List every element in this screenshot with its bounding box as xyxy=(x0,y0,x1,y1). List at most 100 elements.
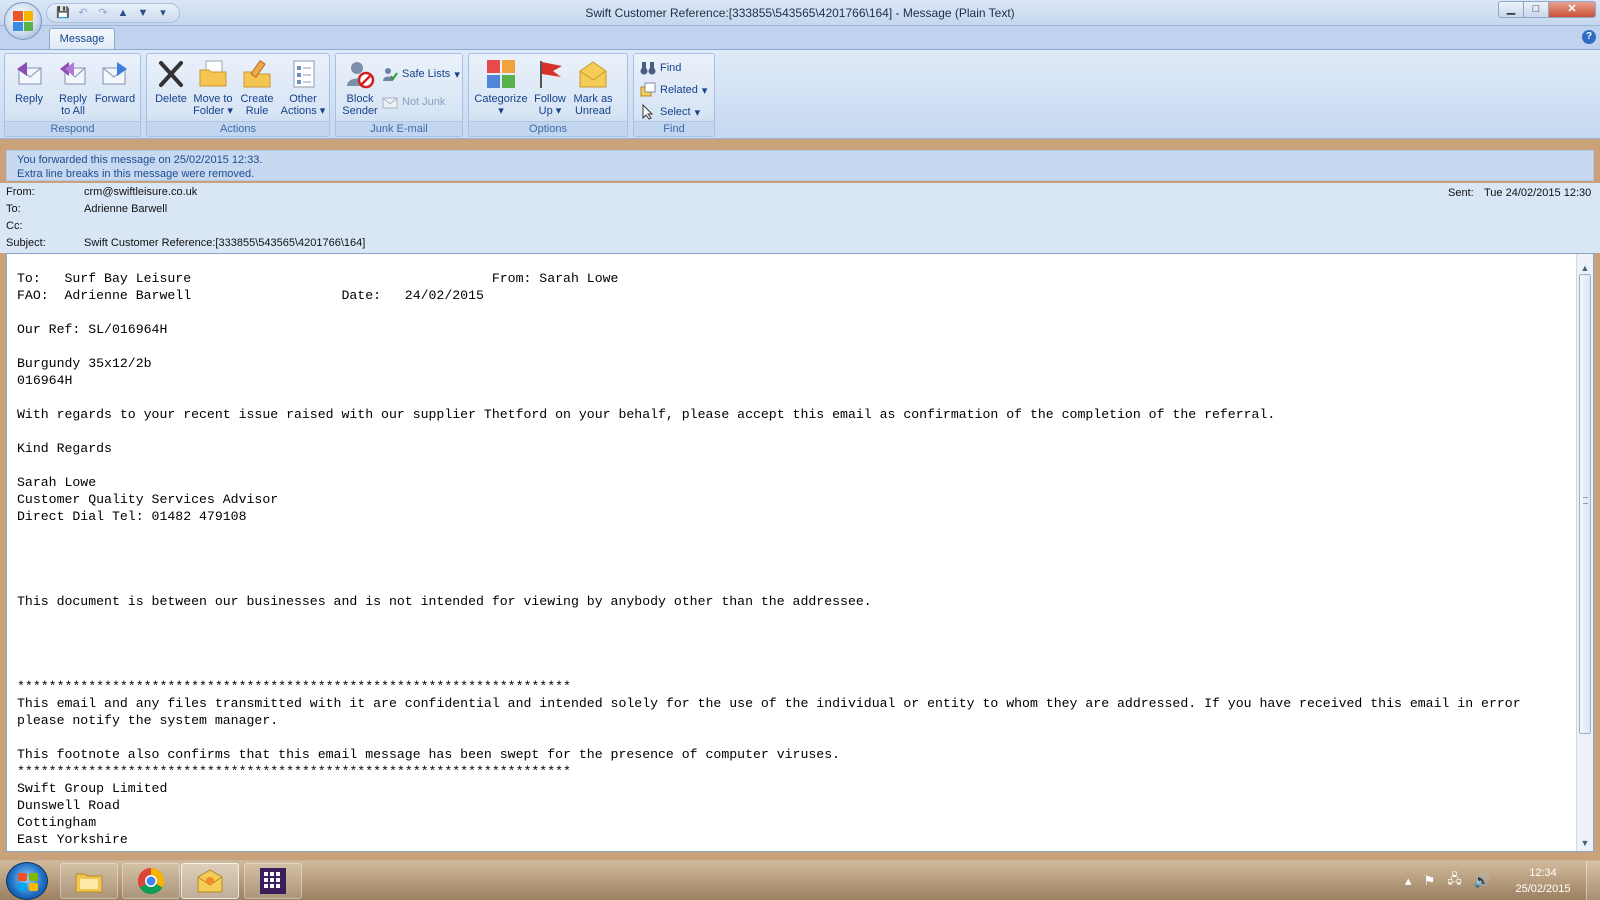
group-options: Categorize ▾ Follow Up ▾ Mark as Unread … xyxy=(468,53,628,137)
grip-icon xyxy=(1583,497,1588,504)
folder-icon xyxy=(75,873,103,893)
grid-app-icon xyxy=(260,868,286,894)
help-icon[interactable]: ? xyxy=(1582,30,1596,44)
taskbar-explorer[interactable] xyxy=(60,863,118,899)
group-label-junk-email: Junk E-mail xyxy=(336,121,462,136)
info-bar-line-breaks: Extra line breaks in this message were r… xyxy=(17,168,255,180)
forward-label: Forward xyxy=(94,93,136,105)
clock[interactable]: 12:34 25/02/2015 xyxy=(1508,865,1578,897)
clock-time: 12:34 xyxy=(1529,867,1557,879)
group-find: Find Related ▾ Select ▾ Find xyxy=(633,53,715,137)
taskbar-chrome[interactable] xyxy=(122,863,180,899)
subject-label: Subject: xyxy=(6,237,46,249)
create-rule-button[interactable]: Create Rule xyxy=(235,58,279,120)
select-label: Select xyxy=(660,106,691,118)
other-actions-icon xyxy=(287,58,319,90)
binoculars-icon xyxy=(640,60,656,76)
other-actions-button[interactable]: Other Actions ▾ xyxy=(279,58,327,120)
related-button[interactable]: Related ▾ xyxy=(640,80,707,100)
sent-value: Tue 24/02/2015 12:30 xyxy=(1484,187,1592,199)
move-to-folder-button[interactable]: Move to Folder ▾ xyxy=(191,58,235,120)
folder-icon xyxy=(197,58,229,90)
related-icon xyxy=(640,82,656,98)
taskbar-outlook[interactable] xyxy=(181,863,239,899)
safe-lists-icon xyxy=(382,66,398,82)
mark-as-unread-label-1: Mark as xyxy=(573,93,613,105)
follow-up-button[interactable]: Follow Up ▾ xyxy=(529,58,571,120)
maximize-button[interactable]: □ xyxy=(1523,1,1549,18)
chevron-down-icon: ▾ xyxy=(701,84,708,97)
select-button[interactable]: Select ▾ xyxy=(640,102,700,122)
reply-icon xyxy=(13,58,45,90)
from-label: From: xyxy=(6,186,35,198)
follow-up-label-1: Follow xyxy=(534,93,566,105)
related-label: Related xyxy=(660,84,698,96)
network-icon[interactable]: 🖧 xyxy=(1447,870,1462,892)
to-label: To: xyxy=(6,203,21,215)
unread-mail-icon xyxy=(577,58,609,90)
categorize-icon xyxy=(485,58,517,90)
block-sender-label-1: Block xyxy=(346,93,374,105)
forward-icon xyxy=(99,58,131,90)
volume-icon[interactable]: 🔊 xyxy=(1474,873,1490,889)
move-to-folder-label-1: Move to xyxy=(193,93,233,105)
safe-lists-label: Safe Lists xyxy=(402,68,451,80)
cc-label: Cc: xyxy=(6,220,23,232)
ribbon-tab-row: Message ? xyxy=(0,26,1600,51)
block-sender-icon xyxy=(344,58,376,90)
action-center-flag-icon[interactable]: ⚑ xyxy=(1424,873,1436,889)
scrollbar-thumb[interactable] xyxy=(1579,274,1591,734)
taskbar-calculator-app[interactable] xyxy=(244,863,302,899)
group-label-respond: Respond xyxy=(5,121,140,136)
minimize-button[interactable]: ▁ xyxy=(1498,1,1524,18)
create-rule-label-2: Rule xyxy=(245,105,269,117)
title-bar: 💾 ↶ ↷ ▲ ▼ ▾ Swift Customer Reference:[33… xyxy=(0,0,1600,26)
office-button[interactable] xyxy=(4,2,42,40)
reply-all-button[interactable]: Reply to All xyxy=(51,58,95,120)
start-button[interactable] xyxy=(6,862,48,900)
other-actions-label-1: Other xyxy=(289,93,317,105)
taskbar: ▴ ⚑ 🖧 🔊 12:34 25/02/2015 xyxy=(0,860,1600,900)
block-sender-label-2: Sender xyxy=(342,105,378,117)
reply-button[interactable]: Reply xyxy=(9,58,49,120)
categorize-button[interactable]: Categorize ▾ xyxy=(473,58,529,120)
forward-button[interactable]: Forward xyxy=(93,58,137,120)
outlook-icon xyxy=(197,869,223,893)
not-junk-button[interactable]: Not Junk xyxy=(382,92,445,112)
info-bar-forwarded: You forwarded this message on 25/02/2015… xyxy=(17,154,263,166)
show-hidden-icons-icon[interactable]: ▴ xyxy=(1405,873,1412,889)
info-bar[interactable]: You forwarded this message on 25/02/2015… xyxy=(6,150,1594,181)
cursor-arrow-icon xyxy=(640,103,656,120)
group-label-find: Find xyxy=(634,121,714,136)
safe-lists-button[interactable]: Safe Lists ▾ xyxy=(382,64,460,84)
from-value[interactable]: crm@swiftleisure.co.uk xyxy=(84,186,197,198)
group-label-actions: Actions xyxy=(147,121,329,136)
find-button[interactable]: Find xyxy=(640,58,681,78)
vertical-scrollbar[interactable]: ▲ ▼ xyxy=(1576,254,1593,851)
mark-as-unread-label-2: Unread xyxy=(574,105,612,117)
show-desktop-button[interactable] xyxy=(1586,861,1600,900)
block-sender-button[interactable]: Block Sender xyxy=(340,58,380,120)
other-actions-label-2: Actions ▾ xyxy=(280,105,326,117)
mark-as-unread-button[interactable]: Mark as Unread xyxy=(571,58,615,120)
subject-value: Swift Customer Reference:[333855\543565\… xyxy=(84,237,366,249)
find-label: Find xyxy=(660,62,682,74)
delete-label: Delete xyxy=(155,93,187,105)
scroll-down-icon[interactable]: ▼ xyxy=(1577,835,1593,851)
group-respond: Reply Reply to All Forward Respond xyxy=(4,53,141,137)
group-label-options: Options xyxy=(469,121,627,136)
message-body[interactable]: To: Surf Bay Leisure From: Sarah Lowe FA… xyxy=(6,253,1594,852)
message-body-text: To: Surf Bay Leisure From: Sarah Lowe FA… xyxy=(17,271,1521,847)
window-title: Swift Customer Reference:[333855\543565\… xyxy=(585,6,1015,20)
to-value[interactable]: Adrienne Barwell xyxy=(84,203,167,215)
not-junk-icon xyxy=(382,94,398,110)
close-button[interactable]: ✕ xyxy=(1548,1,1596,18)
reply-all-label-2: to All xyxy=(61,105,85,117)
flag-icon xyxy=(534,58,566,90)
system-tray: ▴ ⚑ 🖧 🔊 xyxy=(1405,869,1490,893)
tab-message[interactable]: Message xyxy=(49,28,115,51)
reply-all-icon xyxy=(57,58,89,90)
sent-label: Sent: xyxy=(1448,187,1474,199)
chevron-down-icon: ▾ xyxy=(454,68,460,81)
delete-button[interactable]: Delete xyxy=(151,58,191,120)
